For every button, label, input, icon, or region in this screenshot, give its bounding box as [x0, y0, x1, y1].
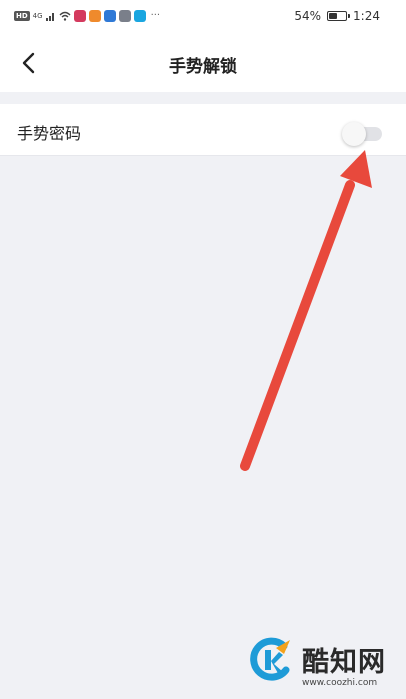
gesture-password-label: 手势密码	[17, 124, 82, 143]
coozhi-logo-icon	[250, 637, 290, 681]
status-icons-right: 54% 1:24	[294, 9, 380, 23]
battery-percentage: 54%	[294, 9, 322, 23]
status-icons-left: HD 4G ···	[14, 9, 160, 23]
app-notification-icon	[73, 10, 86, 22]
app-notification-icon	[118, 10, 131, 22]
watermark-url: www.coozhi.com	[302, 678, 378, 688]
page-title: 手势解锁	[169, 57, 237, 77]
app-notification-icon	[103, 10, 116, 22]
signal-icon	[45, 13, 54, 21]
app-notification-icon	[88, 10, 101, 22]
battery-icon	[327, 11, 351, 21]
watermark: 酷知网 www.coozhi.com	[246, 634, 396, 694]
hd-badge: HD	[14, 11, 30, 21]
setting-row-gesture-password: 手势密码	[0, 104, 406, 156]
more-notifications-icon: ···	[150, 10, 161, 21]
toggle-knob	[342, 122, 366, 146]
arrow-shaft	[240, 180, 355, 471]
status-bar: HD 4G ··· 54% 1:24	[0, 0, 406, 34]
app-notification-icon	[133, 10, 146, 22]
gesture-password-toggle[interactable]	[342, 121, 382, 146]
wifi-icon	[59, 11, 71, 21]
navigation-bar: 手势解锁	[0, 34, 406, 92]
clock: 1:24	[353, 9, 380, 23]
battery-level	[329, 13, 338, 19]
network-type: 4G	[32, 12, 43, 20]
watermark-name: 酷知网	[302, 647, 386, 678]
